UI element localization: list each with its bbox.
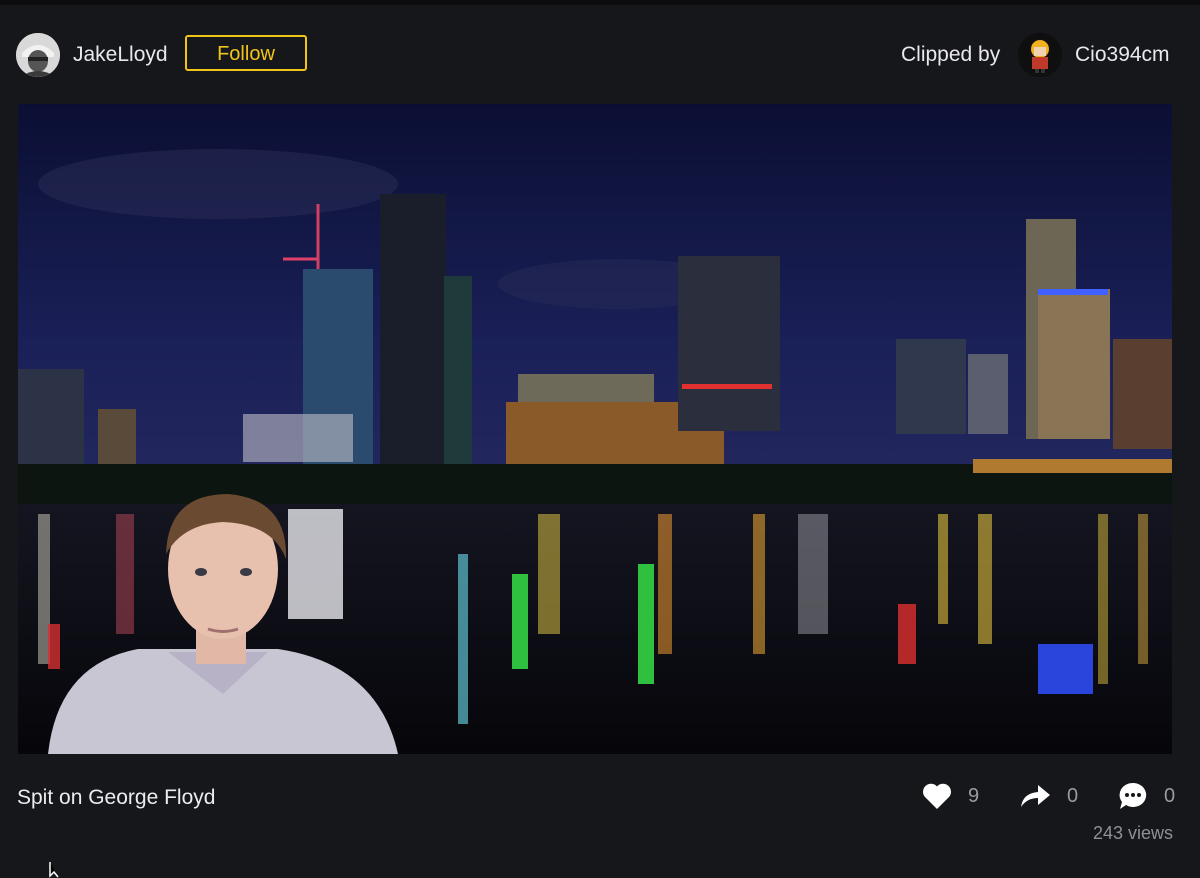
share-count: 0 bbox=[1067, 784, 1079, 807]
user-avatar[interactable] bbox=[16, 33, 60, 77]
like-count: 9 bbox=[968, 784, 980, 807]
video-frame-city-skyline bbox=[18, 104, 1172, 754]
like-button[interactable]: 9 bbox=[922, 780, 979, 812]
comment-count: 0 bbox=[1164, 784, 1176, 807]
video-player[interactable] bbox=[18, 104, 1172, 754]
clipper-avatar[interactable] bbox=[1018, 33, 1062, 77]
share-button[interactable]: 0 bbox=[1019, 780, 1078, 812]
clip-title: Spit on George Floyd bbox=[17, 786, 216, 809]
mouse-cursor-icon bbox=[49, 862, 59, 878]
comment-bubble-icon bbox=[1119, 782, 1147, 809]
share-arrow-icon bbox=[1021, 785, 1050, 807]
comment-button[interactable]: 0 bbox=[1118, 780, 1175, 812]
heart-icon bbox=[923, 783, 951, 809]
clipper-name[interactable]: Cio394cm bbox=[1075, 43, 1170, 67]
top-border bbox=[0, 0, 1200, 5]
username[interactable]: JakeLloyd bbox=[73, 43, 168, 67]
view-count: 243 views bbox=[1093, 823, 1174, 843]
clip-header: JakeLloyd Follow Clipped by Cio394cm bbox=[0, 28, 1200, 82]
clipped-by-label: Clipped by bbox=[901, 43, 1001, 66]
follow-button[interactable]: Follow bbox=[185, 35, 307, 71]
